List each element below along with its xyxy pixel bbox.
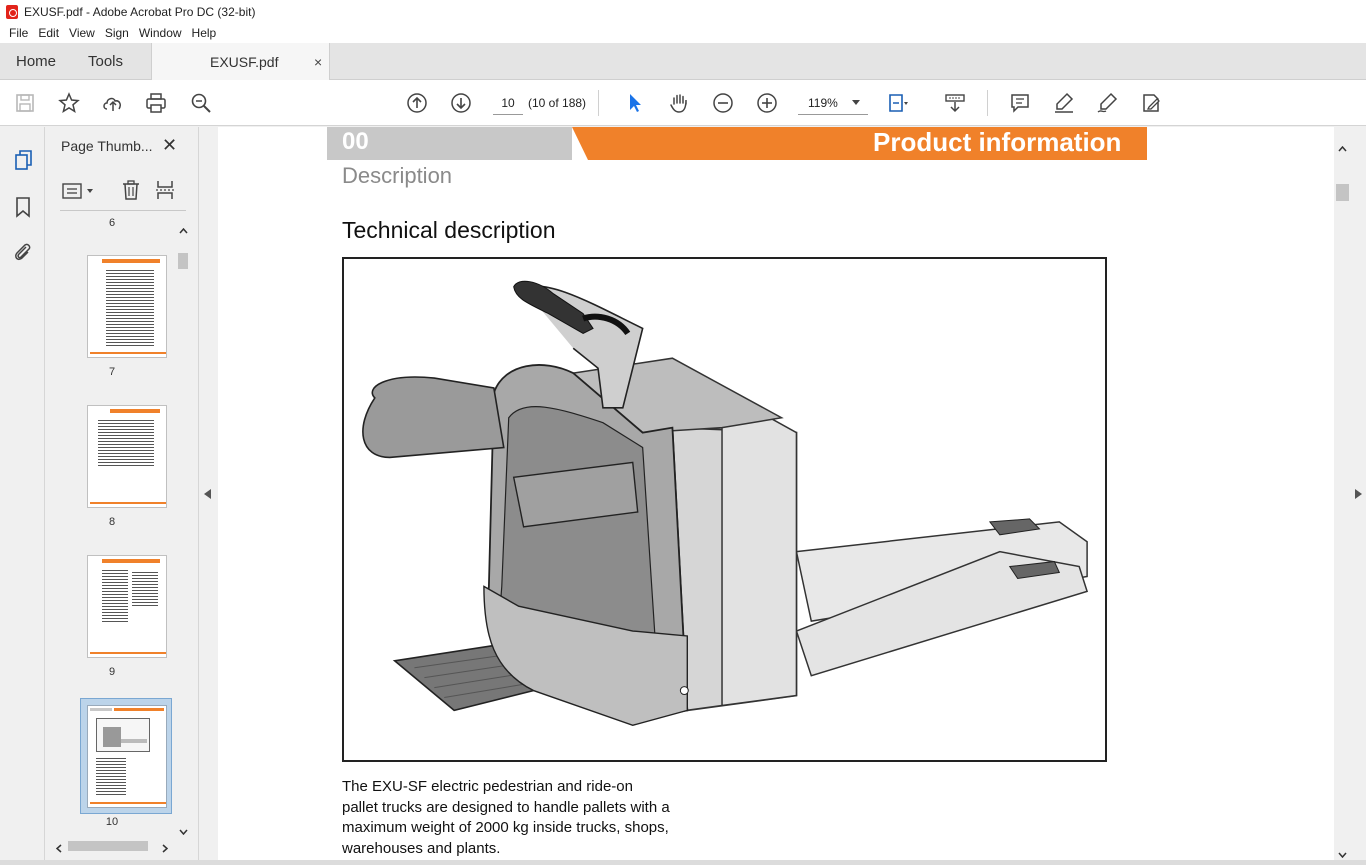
tab-document[interactable]: EXUSF.pdf × — [151, 43, 330, 81]
pallet-truck-illustration — [342, 257, 1107, 762]
chevron-down-icon — [852, 100, 860, 105]
panel-splitter[interactable] — [198, 127, 218, 865]
select-cursor-icon[interactable] — [623, 91, 647, 115]
scroll-right-arrow-icon[interactable] — [162, 842, 169, 856]
menu-window[interactable]: Window — [134, 26, 187, 40]
page-fit-icon[interactable] — [886, 91, 910, 115]
document-view[interactable]: 00 Product information Description Techn… — [218, 127, 1334, 860]
zoom-level-select[interactable]: 119% — [798, 91, 868, 115]
highlight-pen-icon[interactable] — [1052, 91, 1076, 115]
menu-edit[interactable]: Edit — [33, 26, 64, 40]
bookmarks-icon[interactable] — [11, 195, 35, 219]
thumbnail-page-label: 10 — [105, 816, 119, 828]
thumbnail-vertical-scrollbar[interactable] — [176, 219, 190, 837]
tab-bar: Home Tools EXUSF.pdf × — [0, 43, 1366, 81]
upload-cloud-icon[interactable] — [101, 91, 125, 115]
chapter-number: 00 — [342, 128, 369, 155]
body-paragraph: The EXU-SF electric pedestrian and ride-… — [342, 777, 722, 859]
page-count-label: (10 of 188) — [528, 96, 587, 110]
window-title: EXUSF.pdf - Adobe Acrobat Pro DC (32-bit… — [24, 4, 256, 19]
acrobat-pdf-icon — [6, 4, 18, 19]
page-heading: Technical description — [342, 217, 556, 243]
menu-help[interactable]: Help — [187, 26, 222, 40]
scroll-left-arrow-icon[interactable] — [55, 842, 62, 856]
insert-page-icon[interactable] — [154, 179, 176, 201]
thumbnail-tools — [60, 173, 186, 211]
document-vertical-scrollbar[interactable] — [1334, 127, 1366, 860]
tab-close-icon[interactable]: × — [314, 54, 322, 70]
page-thumbnail-selected[interactable] — [80, 698, 172, 814]
page-thumbnail[interactable] — [87, 555, 167, 658]
zoom-in-icon[interactable] — [755, 91, 779, 115]
status-strip — [0, 860, 1366, 865]
scroll-mode-icon[interactable] — [943, 91, 967, 115]
page-thumbnail[interactable] — [87, 405, 167, 508]
menu-file[interactable]: File — [4, 26, 33, 40]
thumbnail-horizontal-scrollbar[interactable] — [52, 837, 176, 855]
page-thumbnail[interactable] — [87, 255, 167, 358]
body-line: The EXU-SF electric pedestrian and ride-… — [342, 778, 633, 795]
menubar: File Edit View Sign Window Help — [0, 23, 1366, 43]
scroll-down-arrow-icon[interactable] — [1338, 847, 1347, 861]
toolbar-divider — [987, 90, 988, 116]
next-page-icon[interactable] — [449, 91, 473, 115]
scroll-up-arrow-icon[interactable] — [1338, 141, 1347, 155]
draw-sign-icon[interactable] — [1095, 91, 1119, 115]
next-page-arrow-icon[interactable] — [1355, 488, 1362, 502]
body-line: warehouses and plants. — [342, 839, 501, 857]
collapse-left-arrow-icon[interactable] — [204, 488, 211, 502]
attachments-icon[interactable] — [11, 240, 35, 264]
thumbnail-page-label: 9 — [108, 666, 116, 678]
scrollbar-thumb[interactable] — [68, 841, 148, 851]
body-line: pallet trucks are designed to handle pal… — [342, 798, 670, 816]
tab-tools[interactable]: Tools — [88, 43, 123, 80]
fill-and-sign-icon[interactable] — [1139, 91, 1163, 115]
delete-page-icon[interactable] — [120, 179, 142, 201]
menu-sign[interactable]: Sign — [100, 26, 134, 40]
scrollbar-thumb[interactable] — [1336, 184, 1349, 201]
print-icon[interactable] — [144, 91, 168, 115]
window-titlebar: EXUSF.pdf - Adobe Acrobat Pro DC (32-bit… — [0, 0, 1366, 23]
scroll-up-arrow-icon[interactable] — [179, 223, 188, 237]
chapter-title: Product information — [873, 127, 1122, 157]
find-zoom-icon[interactable] — [189, 91, 213, 115]
close-icon[interactable]: ✕ — [162, 135, 177, 156]
thumbnail-page-label: 8 — [108, 516, 116, 528]
panel-title: Page Thumb... — [61, 138, 153, 154]
page-thumbnails-icon[interactable] — [11, 148, 35, 172]
toolbar-divider — [598, 90, 599, 116]
thumbnail-page-label: 7 — [108, 366, 116, 378]
save-icon[interactable] — [13, 91, 37, 115]
scroll-down-arrow-icon[interactable] — [179, 824, 188, 838]
thumbnail-list: 6 7 8 9 10 — [46, 213, 178, 839]
left-navigation-rail — [0, 127, 45, 865]
thumbnail-options-icon[interactable] — [62, 181, 96, 201]
menu-view[interactable]: View — [64, 26, 100, 40]
comment-icon[interactable] — [1008, 91, 1032, 115]
star-bookmark-icon[interactable] — [57, 91, 81, 115]
tab-document-label: EXUSF.pdf — [210, 54, 279, 70]
thumbnail-page-label: 6 — [108, 217, 116, 229]
page-thumbnails-panel: Page Thumb... ✕ 6 7 8 9 10 — [46, 127, 198, 865]
hand-tool-icon[interactable] — [667, 91, 691, 115]
section-heading: Description — [342, 163, 453, 188]
zoom-out-icon[interactable] — [711, 91, 735, 115]
main-toolbar: 10 (10 of 188) 119% — [0, 80, 1366, 126]
pdf-page: 00 Product information Description Techn… — [218, 127, 1334, 860]
tab-home[interactable]: Home — [16, 43, 56, 80]
page-number-input[interactable]: 10 — [493, 91, 523, 115]
body-line: maximum weight of 2000 kg inside trucks,… — [342, 819, 669, 836]
scrollbar-thumb[interactable] — [178, 253, 188, 269]
zoom-level-value: 119% — [808, 95, 838, 110]
previous-page-icon[interactable] — [405, 91, 429, 115]
